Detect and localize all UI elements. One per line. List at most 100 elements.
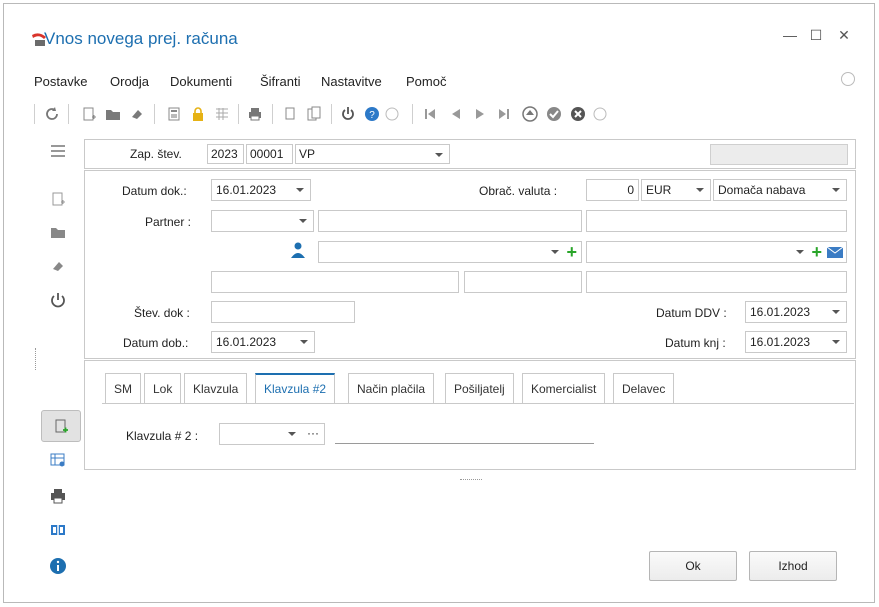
menu-nastavitve[interactable]: Nastavitve (321, 74, 382, 89)
doc-type-select[interactable]: VP (295, 144, 450, 164)
menu-pomoc[interactable]: Pomoč (406, 74, 446, 89)
toolbar-separator (331, 104, 332, 124)
ok-button[interactable]: Ok (649, 551, 737, 581)
refresh-icon[interactable] (44, 106, 60, 122)
year-field[interactable]: 2023 (207, 144, 244, 164)
sidebar-columns-icon[interactable] (44, 516, 72, 544)
open-folder-icon[interactable] (105, 106, 121, 122)
eject-icon[interactable] (522, 106, 538, 122)
datum-knj-field[interactable]: 16.01.2023 (745, 331, 847, 353)
first-icon[interactable] (422, 106, 438, 122)
ellipsis-button[interactable]: ··· (307, 426, 319, 440)
tab-delavec[interactable]: Delavec (613, 373, 675, 404)
sidebar-new-document-button[interactable] (41, 410, 81, 442)
datum-knj-value: 16.01.2023 (750, 335, 811, 349)
obrac-valuta-field[interactable]: 0 (586, 179, 639, 201)
add-email-icon[interactable]: + (811, 242, 822, 262)
zap-label: Zap. štev. (130, 147, 182, 161)
chevron-down-icon (832, 310, 840, 314)
sidebar-table-search-icon[interactable] (44, 446, 72, 474)
currency-select[interactable]: EUR (641, 179, 711, 201)
mail-icon[interactable] (826, 245, 844, 262)
menu-postavke[interactable]: Postavke (34, 74, 87, 89)
window-title: Vnos novega prej. računa (44, 29, 238, 48)
partner-extra-field[interactable] (586, 210, 847, 232)
stev-dok-field[interactable] (211, 301, 355, 323)
chevron-down-icon (832, 340, 840, 344)
datum-dob-label: Datum dob.: (123, 336, 189, 350)
next-icon[interactable] (472, 106, 488, 122)
power-icon[interactable] (340, 106, 356, 122)
sidebar-folder-icon[interactable] (44, 218, 72, 246)
datum-dob-field[interactable]: 16.01.2023 (211, 331, 315, 353)
tab-sm[interactable]: SM (105, 373, 141, 404)
datum-dok-label: Datum dok.: (122, 184, 187, 198)
copy-icon[interactable] (282, 106, 298, 122)
person-icon[interactable] (291, 242, 305, 258)
datum-dok-value: 16.01.2023 (216, 183, 277, 197)
sidebar-splitter[interactable] (35, 348, 36, 370)
datum-dob-value: 16.01.2023 (216, 335, 277, 349)
eraser-icon[interactable] (129, 106, 145, 122)
confirm-icon[interactable] (546, 106, 562, 122)
tab-komercialist[interactable]: Komercialist (522, 373, 606, 404)
chevron-down-icon (288, 432, 296, 436)
menu-orodja[interactable]: Orodja (110, 74, 149, 89)
stev-dok-label: Štev. dok : (134, 306, 190, 320)
address-field-1[interactable] (211, 271, 459, 293)
number-field[interactable]: 00001 (246, 144, 293, 164)
sidebar-info-icon[interactable] (44, 552, 72, 580)
add-contact-icon[interactable]: + (566, 242, 577, 262)
datum-dok-field[interactable]: 16.01.2023 (211, 179, 311, 201)
minimize-button[interactable]: — (780, 27, 800, 43)
maximize-button[interactable]: ☐ (806, 27, 826, 44)
datum-knj-label: Datum knj : (665, 336, 726, 350)
cancel-icon[interactable] (570, 106, 586, 122)
toolbar-separator (272, 104, 273, 124)
cancel-button[interactable]: Izhod (749, 551, 837, 581)
datum-ddv-field[interactable]: 16.01.2023 (745, 301, 847, 323)
print-icon[interactable] (247, 106, 263, 122)
partner-name-field[interactable] (318, 210, 582, 232)
sidebar-new-icon[interactable] (44, 185, 72, 213)
calculator-icon[interactable] (166, 106, 182, 122)
close-button[interactable]: ✕ (834, 27, 854, 44)
menu-collapse-icon[interactable] (841, 72, 855, 86)
tab-klavzula[interactable]: Klavzula (184, 373, 248, 404)
lock-icon[interactable] (190, 106, 206, 122)
menu-sifranti[interactable]: Šifranti (260, 74, 300, 89)
klavzula2-select[interactable]: ··· (219, 423, 325, 445)
splitter-handle[interactable] (460, 479, 482, 480)
chevron-down-icon (551, 250, 559, 254)
collapse-icon[interactable] (384, 106, 400, 122)
datum-ddv-value: 16.01.2023 (750, 305, 811, 319)
partner-select[interactable] (211, 210, 314, 232)
sidebar-power-icon[interactable] (44, 286, 72, 314)
nabava-select[interactable]: Domača nabava (713, 179, 847, 201)
menu-dokumenti[interactable]: Dokumenti (170, 74, 232, 89)
last-icon[interactable] (496, 106, 512, 122)
contact-select[interactable]: + (318, 241, 582, 263)
nabava-value: Domača nabava (718, 183, 806, 197)
address-field-2[interactable] (464, 271, 582, 293)
paste-icon[interactable] (306, 106, 322, 122)
dialog-window: Vnos novega prej. računa — ☐ ✕ Postavke … (3, 3, 875, 603)
datum-ddv-label: Datum DDV : (656, 306, 727, 320)
sidebar-eraser-icon[interactable] (44, 252, 72, 280)
new-icon[interactable] (81, 106, 97, 122)
email-select[interactable]: + (586, 241, 847, 263)
tab-posiljatelj[interactable]: Pošiljatelj (445, 373, 514, 404)
sidebar-print-icon[interactable] (44, 482, 72, 510)
help-icon[interactable]: ? (364, 106, 380, 122)
hamburger-menu-icon[interactable] (44, 137, 72, 165)
tab-lok[interactable]: Lok (144, 373, 182, 404)
currency-value: EUR (646, 183, 672, 197)
klavzula2-text-line[interactable] (335, 443, 594, 444)
tab-klavzula-2[interactable]: Klavzula #2 (255, 373, 336, 404)
more-icon[interactable] (592, 106, 608, 122)
address-field-3[interactable] (586, 271, 847, 293)
partner-label: Partner : (145, 215, 192, 229)
tab-nacin-placila[interactable]: Način plačila (348, 373, 435, 404)
prev-icon[interactable] (448, 106, 464, 122)
grid-icon[interactable] (214, 106, 230, 122)
